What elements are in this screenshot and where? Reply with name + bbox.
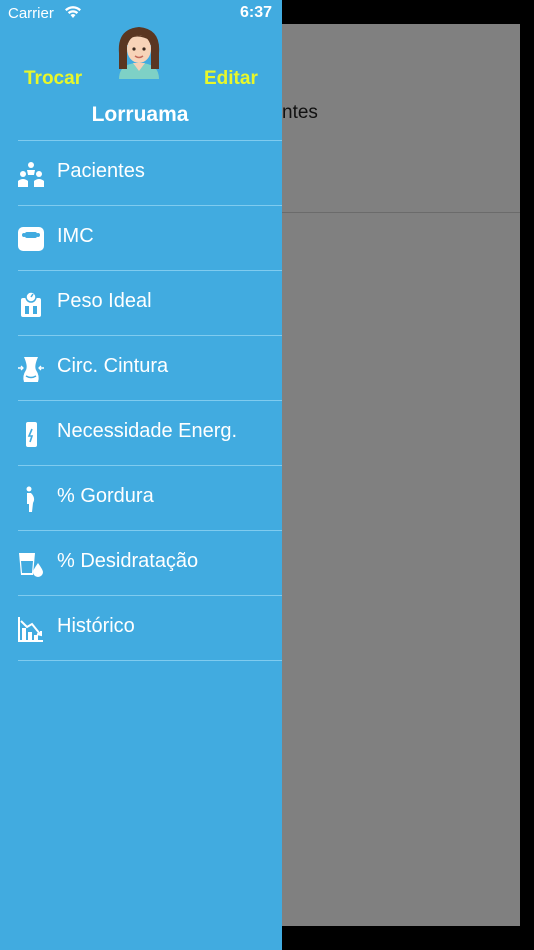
- history-chart-icon: [18, 617, 43, 642]
- switch-user-button[interactable]: Trocar: [24, 68, 82, 90]
- menu-item-label: % Desidratação: [57, 550, 199, 572]
- menu-item-imc[interactable]: IMC: [18, 206, 282, 271]
- menu-item-peso-ideal[interactable]: Peso Ideal: [18, 271, 282, 336]
- background-title: ntes: [282, 102, 318, 123]
- menu-item-label: Histórico: [57, 615, 135, 637]
- menu-item-label: Circ. Cintura: [57, 355, 169, 377]
- hydration-icon: [19, 553, 43, 577]
- menu-item-gordura[interactable]: % Gordura: [18, 466, 282, 531]
- menu-item-pacientes[interactable]: Pacientes: [18, 141, 282, 206]
- female-avatar-icon[interactable]: [113, 23, 165, 79]
- menu-item-historico[interactable]: Histórico: [18, 596, 282, 661]
- waist-icon: [18, 357, 44, 382]
- clock: 6:37: [240, 4, 273, 21]
- menu-item-label: Pacientes: [57, 160, 145, 182]
- menu-item-necessidade-energ[interactable]: Necessidade Energ.: [18, 401, 282, 466]
- energy-icon: [26, 422, 37, 447]
- patients-icon: [18, 162, 44, 187]
- menu-item-label: Peso Ideal: [57, 290, 152, 312]
- navigation-drawer: Trocar Editar Lorruama Pacientes IMC Pes…: [0, 0, 282, 950]
- menu-item-label: IMC: [57, 225, 94, 247]
- menu-item-desidratacao[interactable]: % Desidratação: [18, 531, 282, 596]
- wifi-icon: [65, 6, 81, 18]
- status-bar: Carrier 6:37: [0, 0, 534, 26]
- background-divider: [282, 212, 520, 213]
- menu-item-circ-cintura[interactable]: Circ. Cintura: [18, 336, 282, 401]
- weight-scale-icon: [21, 291, 41, 317]
- body-fat-icon: [26, 486, 35, 512]
- scale-icon: [18, 227, 44, 251]
- menu-item-label: Necessidade Energ.: [57, 420, 238, 442]
- user-name: Lorruama: [91, 103, 189, 126]
- drawer-menu: Pacientes IMC Peso Ideal Circ. Cintura N…: [0, 141, 282, 661]
- carrier-label: Carrier: [8, 5, 54, 22]
- menu-item-label: % Gordura: [57, 485, 154, 507]
- edit-profile-button[interactable]: Editar: [204, 68, 258, 90]
- background-content[interactable]: ntes: [282, 24, 520, 926]
